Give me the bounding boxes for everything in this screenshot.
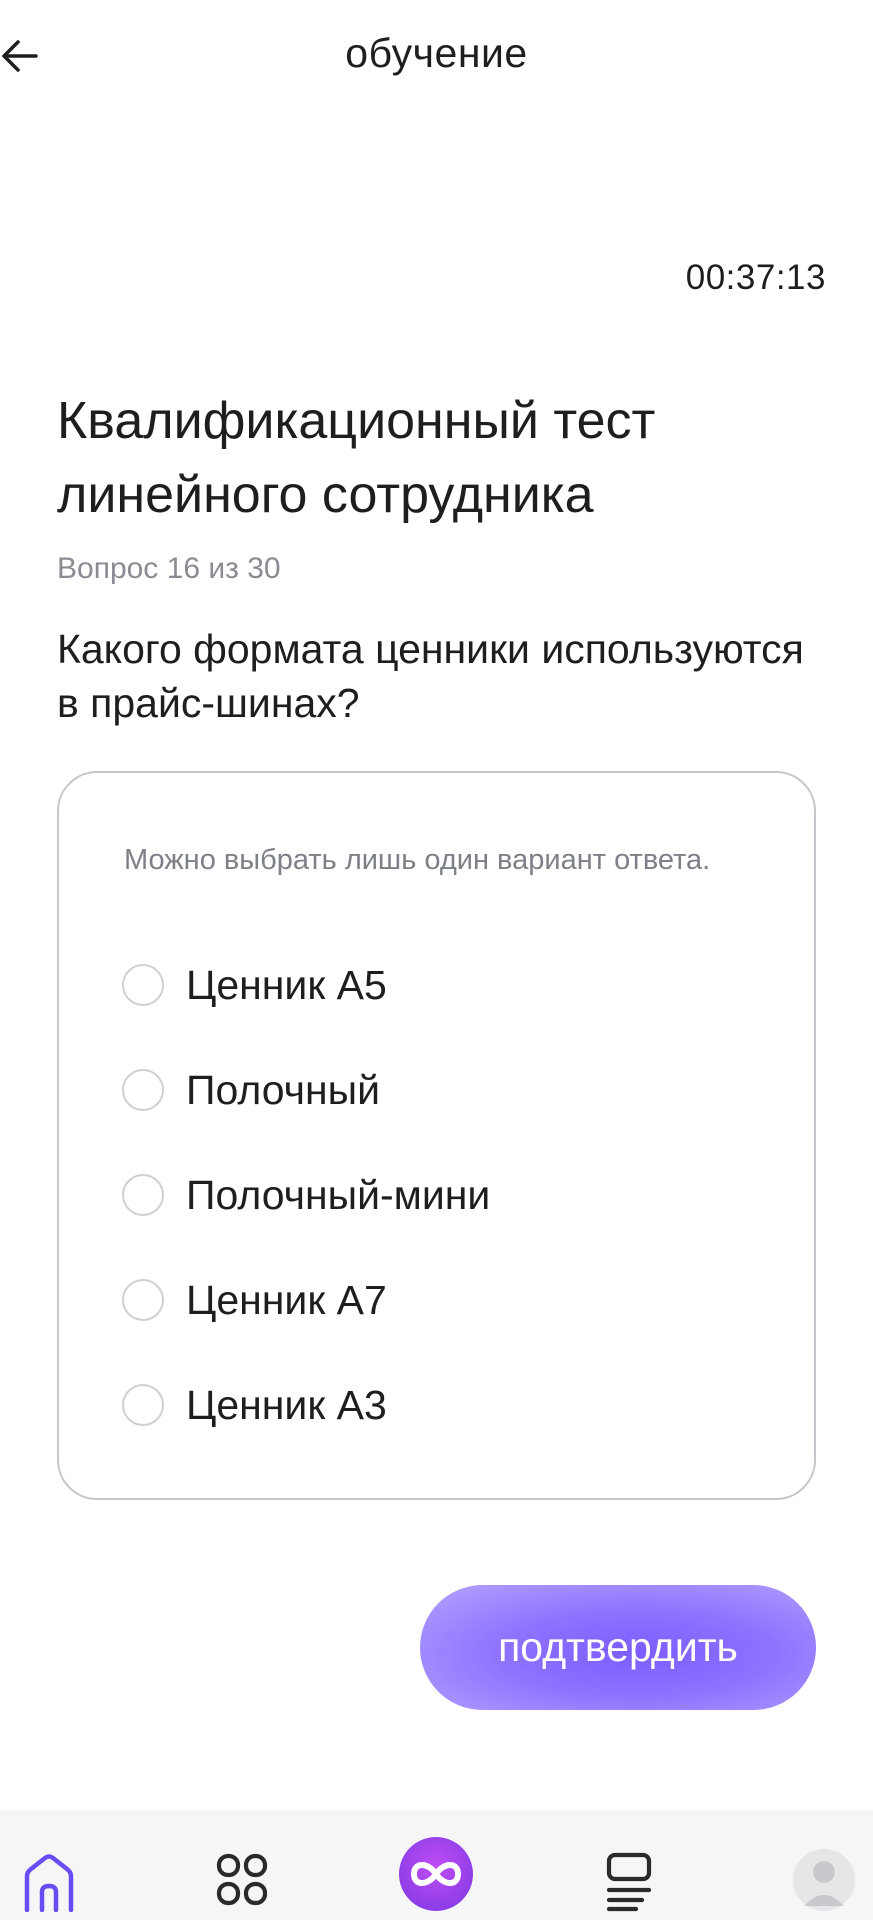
radio-button[interactable] <box>122 1384 164 1426</box>
answer-hint: Можно выбрать лишь один вариант ответа. <box>124 844 711 876</box>
test-title: Квалификационный тест линейного сотрудни… <box>57 392 656 524</box>
nav-item-center[interactable] <box>398 1832 474 1920</box>
answer-option-label: Ценник А5 <box>186 961 387 1008</box>
answer-option[interactable]: Полочный-мини <box>122 1165 490 1225</box>
header: обучение <box>0 0 873 110</box>
profile-avatar <box>793 1849 855 1911</box>
bottom-nav <box>0 1810 873 1920</box>
question-counter: Вопрос 16 из 30 <box>57 552 281 585</box>
radio-button[interactable] <box>122 1174 164 1216</box>
apps-grid-icon <box>216 1853 268 1906</box>
answer-option-label: Ценник А3 <box>186 1381 387 1428</box>
answer-option-label: Ценник А7 <box>186 1276 387 1323</box>
nav-item-profile[interactable] <box>792 1840 856 1920</box>
radio-button[interactable] <box>122 964 164 1006</box>
answer-option[interactable]: Ценник А5 <box>122 955 387 1015</box>
nav-item-catalog[interactable] <box>216 1852 268 1912</box>
answer-option-label: Полочный-мини <box>186 1171 491 1218</box>
infinity-icon <box>399 1837 473 1911</box>
courses-icon <box>606 1852 652 1912</box>
radio-button[interactable] <box>122 1279 164 1321</box>
home-icon <box>24 1854 74 1912</box>
page-title: обучение <box>345 30 528 76</box>
answer-option-label: Полочный <box>186 1066 381 1113</box>
question-text: Какого формата ценники используются в пр… <box>57 626 804 726</box>
timer: 00:37:13 <box>685 258 826 297</box>
confirm-button[interactable]: подтвердить <box>420 1585 816 1710</box>
answer-option[interactable]: Полочный <box>122 1060 380 1120</box>
screen: обучение 00:37:13 Квалификационный тест … <box>0 0 873 1920</box>
radio-button[interactable] <box>122 1069 164 1111</box>
answer-option[interactable]: Ценник А3 <box>122 1375 387 1435</box>
nav-item-courses[interactable] <box>606 1852 652 1912</box>
answer-option[interactable]: Ценник А7 <box>122 1270 387 1330</box>
nav-item-home[interactable] <box>22 1852 76 1912</box>
answer-card: Можно выбрать лишь один вариант ответа. … <box>57 771 816 1500</box>
